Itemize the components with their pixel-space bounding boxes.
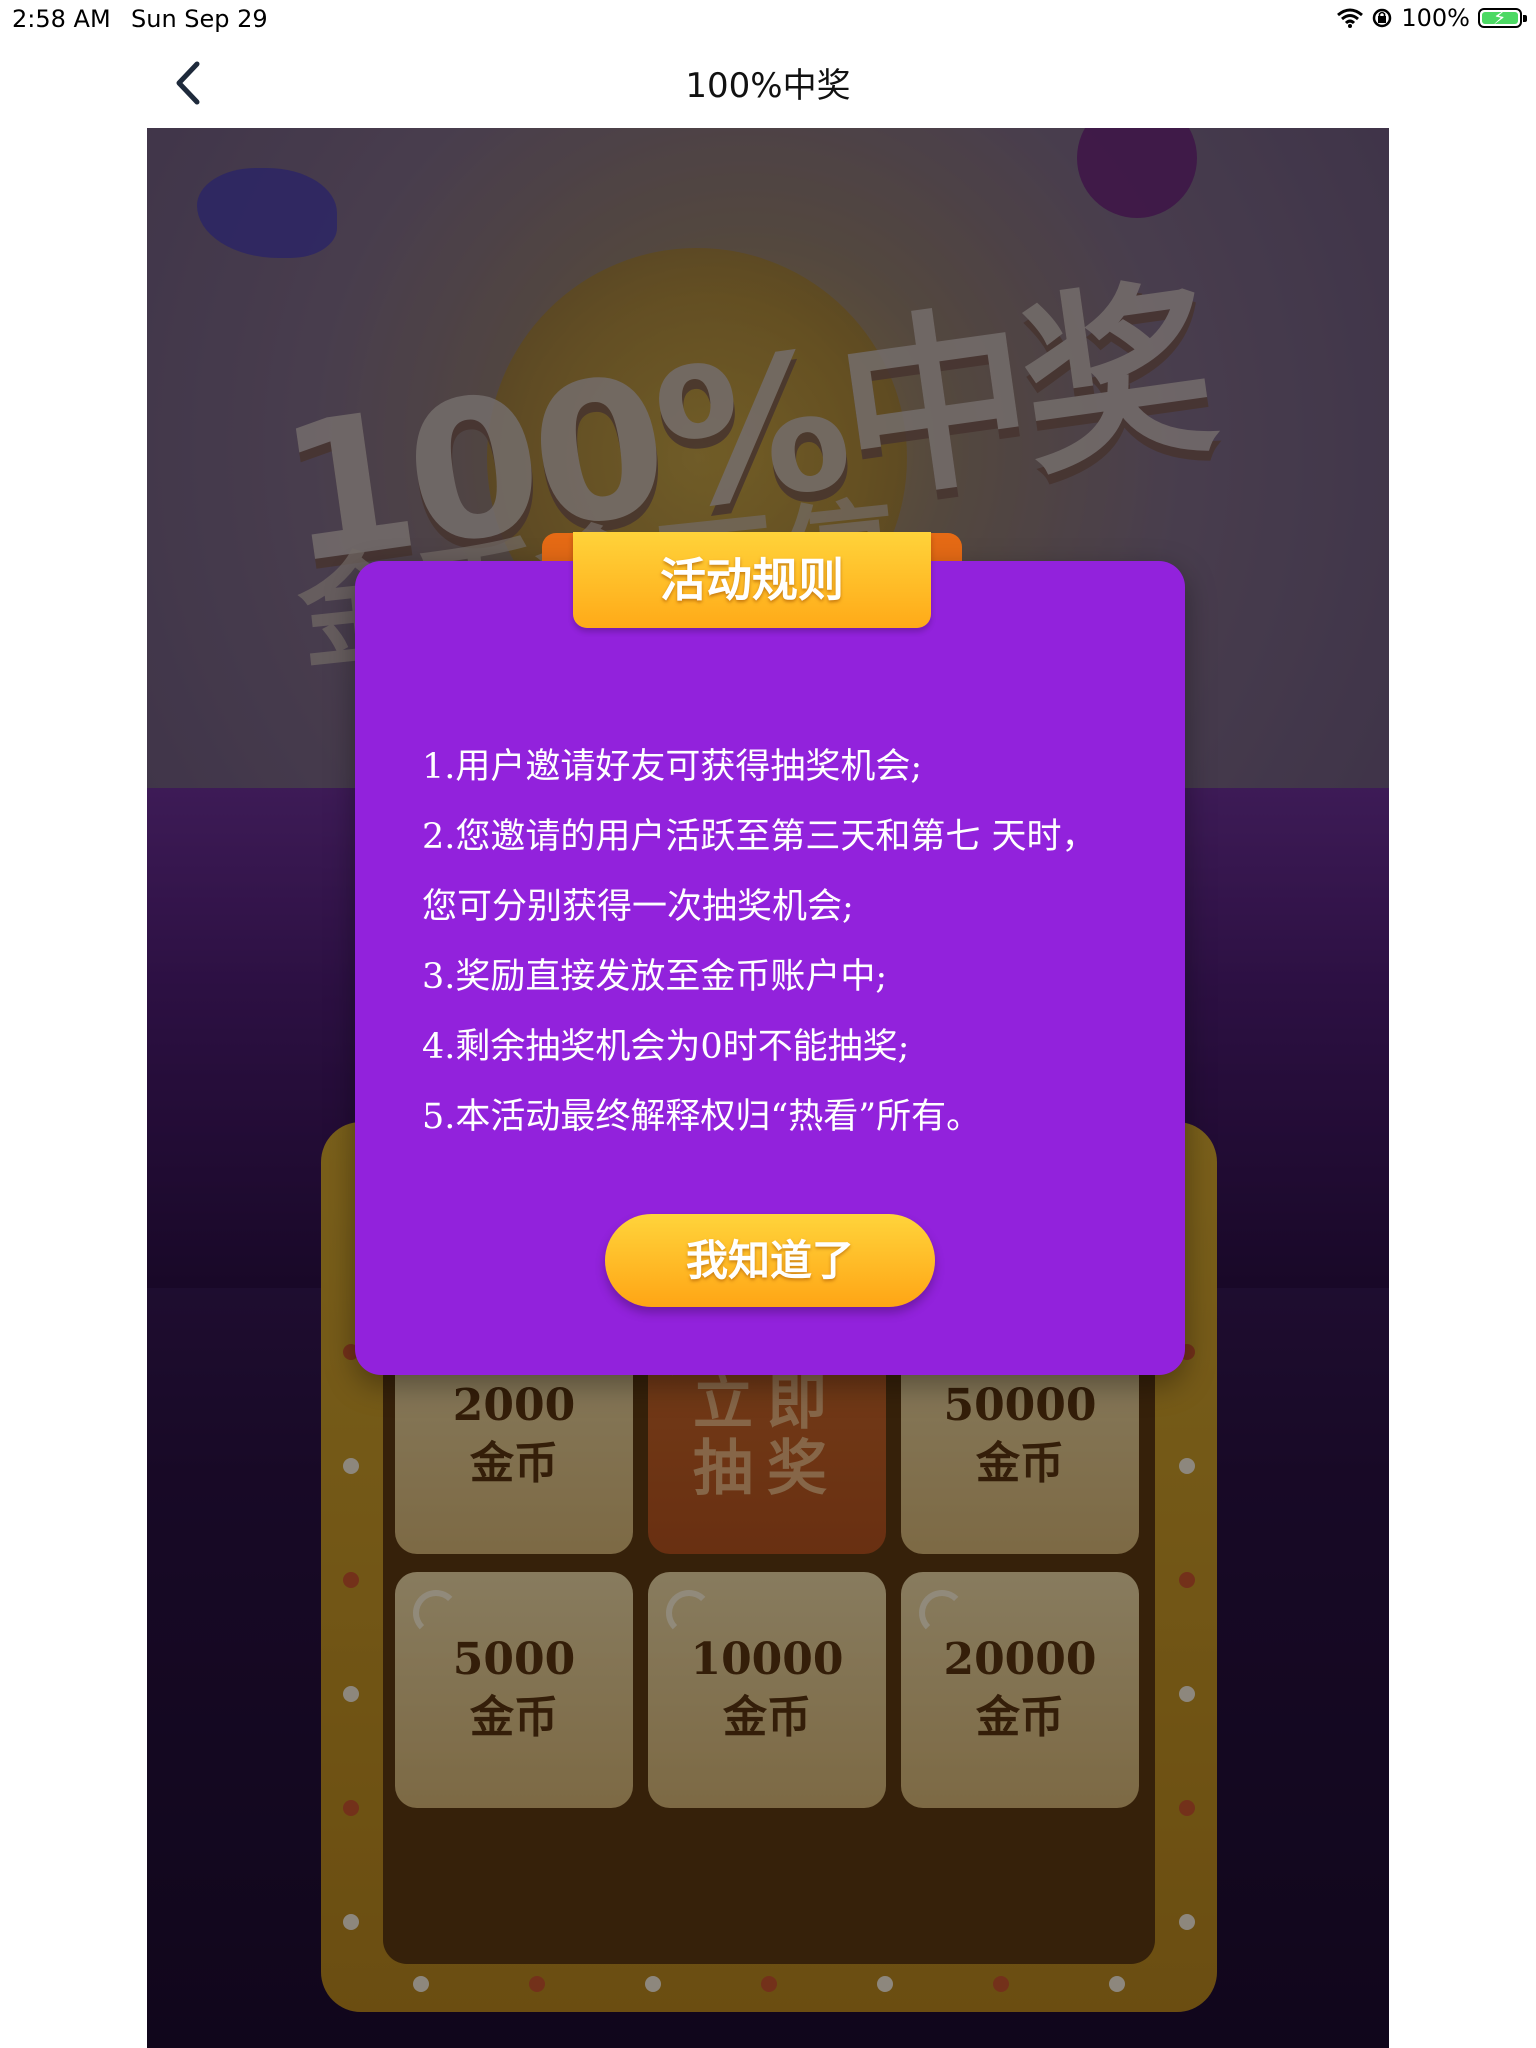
page-title: 100%中奖 (685, 66, 851, 106)
modal-title: 活动规则 (573, 532, 931, 628)
status-bar: 2:58 AM Sun Sep 29 100% ⚡ (0, 0, 1536, 40)
nav-bar: 100%中奖 (147, 40, 1389, 128)
orientation-lock-icon (1373, 8, 1392, 28)
rule-item: 3.奖励直接发放至金币账户中; (422, 957, 888, 997)
confirm-button[interactable]: 我知道了 (605, 1214, 935, 1307)
rule-item: 4.剩余抽奖机会为0时不能抽奖; (422, 1027, 910, 1067)
battery-percent: 100% (1401, 4, 1470, 32)
rules-list: 1.用户邀请好友可获得抽奖机会; 2.您邀请的用户活跃至第三天和第七 天时，您可… (422, 732, 1122, 1152)
wifi-icon (1337, 8, 1364, 28)
status-date: Sun Sep 29 (131, 5, 268, 33)
rule-item: 2.您邀请的用户活跃至第三天和第七 天时，您可分别获得一次抽奖机会; (422, 817, 1097, 927)
status-time: 2:58 AM (12, 5, 111, 33)
status-indicators: 100% ⚡ (1337, 4, 1527, 32)
rule-item: 1.用户邀请好友可获得抽奖机会; (422, 747, 923, 787)
rule-item: 5.本活动最终解释权归“热看”所有。 (422, 1097, 982, 1137)
battery-icon: ⚡ (1478, 7, 1527, 29)
